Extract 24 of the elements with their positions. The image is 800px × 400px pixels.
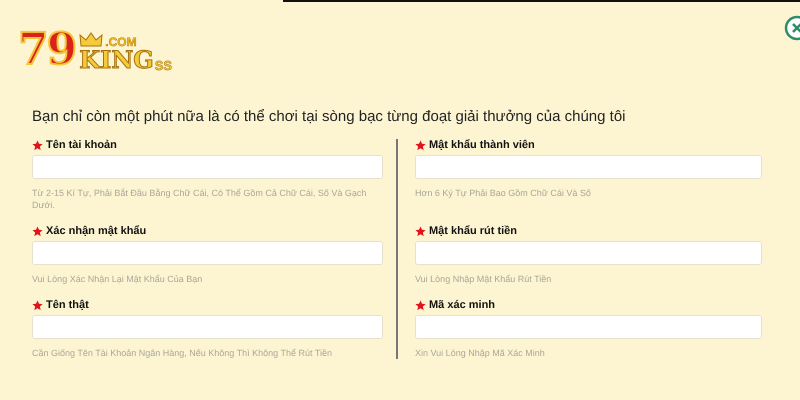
logo-domain: .COM — [105, 36, 137, 48]
field-hint: Cần Giống Tên Tài Khoản Ngân Hàng, Nếu Không Thì Không Thể Rút Tiền — [32, 347, 334, 359]
input-field[interactable] — [32, 315, 383, 339]
field-hint: Từ 2-15 Kí Tự, Phải Bắt Đầu Bằng Chữ Cái, Có Thể Gồm Cả Chữ Cái, Số Và Gạch Dưới. — [32, 187, 368, 211]
field-label: Mật khẩu thành viên — [429, 139, 535, 151]
field-hint: Xin Vui Lòng Nhập Mã Xác Minh — [415, 347, 546, 359]
input-field[interactable] — [32, 155, 383, 179]
field-hint: Vui Lòng Xác Nhận Lại Mật Khẩu Của Bạn — [32, 273, 204, 285]
logo-word: KING — [79, 48, 154, 72]
field-label: Mật khẩu rút tiền — [429, 225, 518, 237]
logo-number: 79 — [18, 28, 76, 72]
intro-text: Bạn chỉ còn một phút nữa là có thể chơi tại sòng bạc từng đoạt giải thưởng của chúng tôi — [32, 108, 626, 125]
field-label: Mã xác minh — [429, 299, 496, 311]
logo-suffix: SS — [154, 59, 172, 72]
input-field[interactable] — [415, 155, 762, 179]
input-field[interactable] — [415, 315, 762, 339]
crown-icon — [79, 32, 104, 48]
field-label: Tên thật — [46, 299, 89, 311]
input-field[interactable] — [32, 241, 383, 265]
field-label: Xác nhận mật khẩu — [46, 225, 146, 237]
field-hint: Vui Lòng Nhập Mật Khẩu Rút Tiền — [415, 273, 552, 285]
field-hint: Hơn 6 Ký Tự Phải Bao Gồm Chữ Cái Và Số — [415, 187, 592, 199]
field-label: Tên tài khoản — [46, 139, 117, 151]
input-field[interactable] — [415, 241, 762, 265]
